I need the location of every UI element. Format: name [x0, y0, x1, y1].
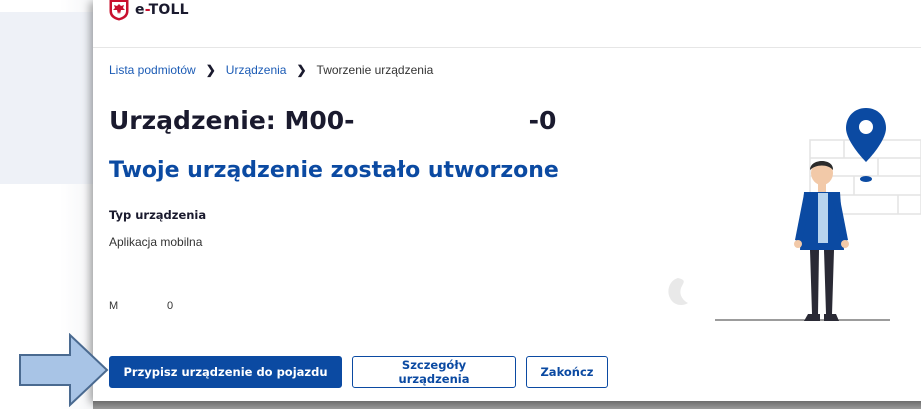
assign-to-vehicle-button[interactable]: Przypisz urządzenie do pojazdu	[109, 356, 342, 388]
eagle-logo-icon[interactable]	[109, 0, 129, 21]
app-header: e-TOLL	[93, 0, 921, 48]
finish-button[interactable]: Zakończ	[526, 356, 608, 388]
success-heading: Twoje urządzenie zostało utworzone	[109, 158, 559, 183]
bottom-edge	[93, 401, 921, 409]
main-window: e-TOLL Lista podmiotów ❯ Urządzenia ❯ Tw…	[93, 0, 921, 401]
logo-suffix: TOLL	[148, 1, 189, 18]
breadcrumb-item-entities[interactable]: Lista podmiotów	[109, 63, 196, 77]
logo-prefix: e	[135, 1, 145, 18]
left-panel	[0, 12, 100, 184]
action-bar: Przypisz urządzenie do pojazdu Szczegóły…	[109, 356, 618, 388]
device-type-label: Typ urządzenia	[109, 208, 207, 222]
page-title: Urządzenie: M00- -0	[109, 106, 557, 135]
chevron-right-icon: ❯	[205, 63, 216, 77]
device-type-value: Aplikacja mobilna	[109, 235, 203, 249]
breadcrumb: Lista podmiotów ❯ Urządzenia ❯ Tworzenie…	[109, 63, 433, 77]
breadcrumb-item-devices[interactable]: Urządzenia	[226, 63, 287, 77]
device-serial: M 0	[109, 300, 174, 312]
breadcrumb-item-current: Tworzenie urządzenia	[316, 63, 434, 77]
chevron-right-icon: ❯	[296, 63, 307, 77]
person-with-map-pin-illustration	[658, 100, 921, 330]
annotation-arrow-icon	[18, 332, 110, 408]
app-logo-text[interactable]: e-TOLL	[135, 2, 189, 18]
device-details-button[interactable]: Szczegóły urządzenia	[352, 356, 516, 388]
